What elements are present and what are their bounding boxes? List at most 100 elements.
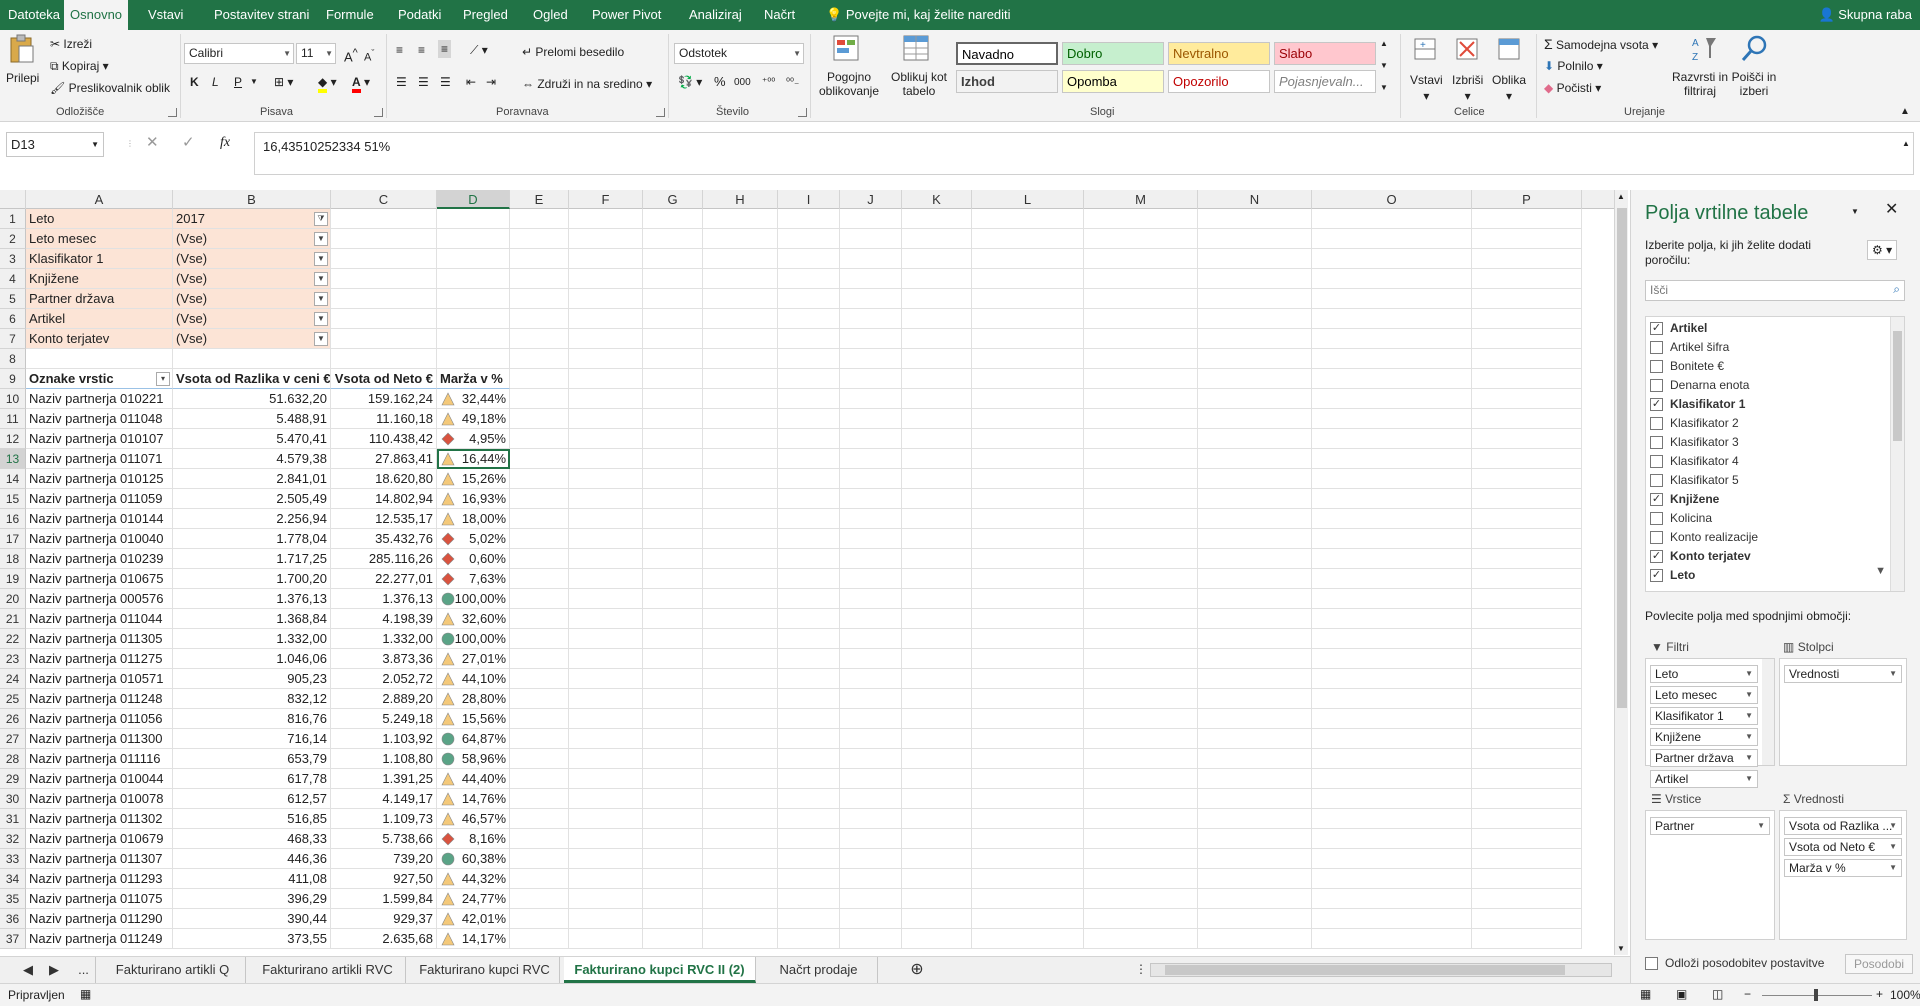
cell[interactable]: 653,79 xyxy=(173,749,331,769)
cell[interactable] xyxy=(902,849,972,869)
cell[interactable] xyxy=(778,549,840,569)
cell[interactable] xyxy=(902,809,972,829)
cell[interactable]: 64,87% xyxy=(437,729,510,749)
cell[interactable] xyxy=(778,649,840,669)
cell[interactable] xyxy=(703,789,778,809)
cell[interactable] xyxy=(643,269,703,289)
cell[interactable] xyxy=(1198,489,1312,509)
cell[interactable] xyxy=(331,269,437,289)
cell[interactable]: 2017 ⧩ xyxy=(173,209,331,229)
cell[interactable] xyxy=(1198,789,1312,809)
cell[interactable] xyxy=(840,529,902,549)
scroll-up-icon[interactable]: ▲ xyxy=(1617,192,1625,201)
cell[interactable]: Naziv partnerja 011048 xyxy=(26,409,173,429)
cell[interactable] xyxy=(902,229,972,249)
cell[interactable] xyxy=(902,349,972,369)
cell[interactable] xyxy=(778,489,840,509)
row-header[interactable]: 15 xyxy=(0,489,26,509)
cell[interactable] xyxy=(1084,749,1198,769)
cell[interactable] xyxy=(569,369,643,389)
cell[interactable]: Naziv partnerja 010679 xyxy=(26,829,173,849)
row-header[interactable]: 30 xyxy=(0,789,26,809)
cell[interactable] xyxy=(840,749,902,769)
cell[interactable] xyxy=(643,489,703,509)
cell[interactable] xyxy=(902,449,972,469)
cell[interactable] xyxy=(972,569,1084,589)
format-as-table-button[interactable] xyxy=(902,34,932,68)
cell[interactable] xyxy=(1198,729,1312,749)
conditional-formatting-button[interactable] xyxy=(832,34,862,68)
cell[interactable] xyxy=(972,669,1084,689)
cell[interactable] xyxy=(902,329,972,349)
cell[interactable] xyxy=(1198,889,1312,909)
cell[interactable]: Vsota od Razlika v ceni € xyxy=(173,369,331,389)
cell[interactable] xyxy=(902,589,972,609)
cell[interactable]: 15,26% xyxy=(437,469,510,489)
cell[interactable]: 42,01% xyxy=(437,909,510,929)
cell[interactable] xyxy=(972,829,1084,849)
cut-button[interactable]: ✂ Izreži xyxy=(50,36,92,52)
cell[interactable] xyxy=(703,409,778,429)
cell[interactable] xyxy=(510,289,569,309)
cell[interactable] xyxy=(510,449,569,469)
increase-decimal-button[interactable]: ⁺⁰⁰ xyxy=(762,75,775,91)
cell[interactable] xyxy=(840,809,902,829)
cell[interactable] xyxy=(840,669,902,689)
cell[interactable] xyxy=(703,549,778,569)
cell[interactable] xyxy=(437,269,510,289)
cell[interactable] xyxy=(1198,869,1312,889)
cell[interactable] xyxy=(569,249,643,269)
cell[interactable]: 1.599,84 xyxy=(331,889,437,909)
insert-function-icon[interactable]: fx xyxy=(220,135,230,151)
cell[interactable] xyxy=(972,689,1084,709)
cell[interactable] xyxy=(510,269,569,289)
cell[interactable] xyxy=(972,229,1084,249)
cell[interactable] xyxy=(1312,529,1472,549)
column-header[interactable]: C xyxy=(331,190,437,209)
cell[interactable] xyxy=(778,929,840,949)
wrap-text-button[interactable]: ↵ Prelomi besedilo xyxy=(522,44,624,60)
cell[interactable] xyxy=(778,809,840,829)
cell[interactable]: Naziv partnerja 010078 xyxy=(26,789,173,809)
column-header[interactable]: K xyxy=(902,190,972,209)
cell[interactable] xyxy=(703,649,778,669)
cell[interactable] xyxy=(1312,209,1472,229)
cell[interactable] xyxy=(778,669,840,689)
cell[interactable] xyxy=(1472,229,1582,249)
cell[interactable]: (Vse) ▼ xyxy=(173,309,331,329)
cell[interactable] xyxy=(840,269,902,289)
cell[interactable] xyxy=(703,709,778,729)
cell[interactable] xyxy=(1312,469,1472,489)
cell[interactable] xyxy=(1198,569,1312,589)
cell[interactable] xyxy=(703,469,778,489)
cell[interactable]: 15,56% xyxy=(437,709,510,729)
cell[interactable] xyxy=(569,529,643,549)
cell[interactable] xyxy=(1084,429,1198,449)
cell[interactable] xyxy=(972,609,1084,629)
cell[interactable] xyxy=(569,609,643,629)
field-chip[interactable]: Vrednosti ▼ xyxy=(1784,665,1902,683)
column-header[interactable]: N xyxy=(1198,190,1312,209)
cell[interactable] xyxy=(1198,429,1312,449)
tell-me-box[interactable]: 💡 Povejte mi, kaj želite narediti xyxy=(826,0,1011,30)
cell[interactable] xyxy=(972,449,1084,469)
cell[interactable] xyxy=(643,689,703,709)
field-chip[interactable]: Vsota od Neto € ▼ xyxy=(1784,838,1902,856)
format-cells-button[interactable] xyxy=(1496,36,1522,66)
cell[interactable]: 4.198,39 xyxy=(331,609,437,629)
cell[interactable] xyxy=(1472,889,1582,909)
align-bottom-button[interactable]: ≡ xyxy=(438,40,452,58)
gallery-scroll-up[interactable]: ▲ xyxy=(1380,36,1388,52)
cell[interactable] xyxy=(778,849,840,869)
row-header[interactable]: 5 xyxy=(0,289,26,309)
borders-button[interactable]: ⊞ ▾ xyxy=(274,74,293,90)
cell[interactable] xyxy=(1312,369,1472,389)
field-chip[interactable]: Leto mesec ▼ xyxy=(1650,686,1758,704)
cell[interactable] xyxy=(1198,309,1312,329)
cell[interactable] xyxy=(703,289,778,309)
new-sheet-icon[interactable]: ⊕ xyxy=(904,957,930,983)
cell[interactable] xyxy=(1312,709,1472,729)
cell[interactable] xyxy=(437,329,510,349)
cell[interactable] xyxy=(902,409,972,429)
scroll-down-icon[interactable]: ▼ xyxy=(1617,944,1625,953)
